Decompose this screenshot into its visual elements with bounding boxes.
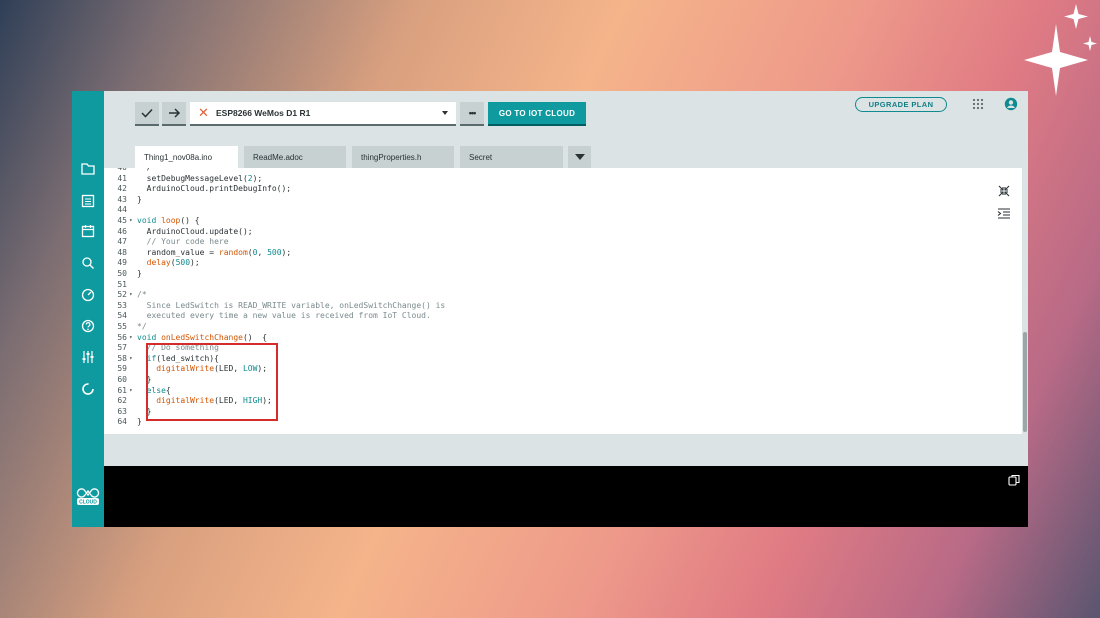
fold-arrow-icon[interactable]: ▾ [129, 386, 133, 397]
line-number: 51 [117, 279, 127, 289]
code-text: Since LedSwitch is READ_WRITE variable, … [137, 300, 446, 310]
tab-secret[interactable]: Secret [460, 146, 563, 168]
go-to-iot-cloud-button[interactable]: GO TO IOT CLOUD [488, 102, 586, 126]
more-options-button[interactable]: ••• [460, 102, 484, 126]
apps-grid-icon[interactable] [972, 98, 984, 110]
examples-list-icon[interactable] [80, 193, 96, 209]
settings-sliders-icon[interactable] [80, 349, 96, 365]
scrollbar-thumb[interactable] [1023, 332, 1027, 432]
code-text: ArduinoCloud.printDebugInfo(); [137, 184, 292, 194]
code-text: void onLedSwitchChange() { [137, 332, 268, 342]
line-number: 50 [117, 269, 127, 278]
checkmark-icon [141, 108, 153, 118]
fold-arrow-icon[interactable]: ▾ [129, 333, 133, 344]
sparkle-decoration-icon [1024, 4, 1097, 96]
line-number: 45 [117, 216, 127, 225]
disconnected-x-icon: ✕ [198, 105, 209, 120]
line-number: 56 [117, 332, 127, 342]
monitor-gauge-icon[interactable] [80, 287, 96, 303]
arduino-cloud-logo: CLOUD [76, 488, 100, 506]
code-text: } [137, 194, 142, 204]
line-number: 61 [117, 385, 127, 395]
editor-scrollbar[interactable] [1022, 168, 1028, 434]
line-number: 62 [117, 396, 127, 406]
serial-console-panel [104, 466, 1028, 527]
line-number: 52 [117, 290, 127, 300]
code-text: delay(500); [146, 258, 200, 268]
line-number: 59 [117, 364, 127, 374]
tab-thing1-ino[interactable]: Thing1_nov08a.ino [135, 146, 238, 168]
folder-icon[interactable] [80, 161, 96, 177]
copy-output-icon[interactable] [1008, 474, 1020, 486]
line-number: 47 [117, 237, 127, 247]
code-text: setDebugMessageLevel(2); [137, 173, 263, 183]
line-number: 48 [117, 247, 127, 257]
code-text: } [137, 269, 142, 278]
code-text: ArduinoCloud.update(); [137, 226, 253, 236]
line-number: 53 [117, 300, 127, 310]
caret-down-icon [574, 154, 585, 160]
user-account-icon[interactable] [1004, 97, 1018, 111]
line-number: 58 [117, 353, 127, 363]
chevron-down-icon [442, 111, 448, 115]
sidebar: CLOUD [72, 91, 104, 527]
verify-button[interactable] [135, 102, 159, 126]
search-icon[interactable] [80, 255, 96, 271]
fold-arrow-icon[interactable]: ▾ [129, 290, 133, 301]
line-number: 46 [117, 226, 127, 236]
arduino-cloud-editor-window: CLOUD ✕ ESP8266 WeMos D1 R1 ••• GO TO IO… [72, 91, 1028, 527]
help-icon[interactable] [80, 318, 96, 334]
line-number: 43 [117, 194, 127, 204]
line-number: 49 [117, 258, 127, 268]
line-number: 57 [117, 343, 127, 353]
line-number: 41 [117, 173, 127, 183]
code-editor[interactable]: 40 /41 setDebugMessageLevel(2);42 Arduin… [104, 168, 1022, 434]
code-text: executed every time a new value is recei… [137, 311, 431, 321]
code-text: // Your code here [146, 237, 229, 247]
board-name: ESP8266 WeMos D1 R1 [216, 108, 311, 118]
line-number: 64 [117, 417, 127, 427]
line-number: 63 [117, 406, 127, 416]
line-number: 44 [117, 205, 127, 215]
arrow-right-icon [169, 108, 181, 118]
line-number: 42 [117, 184, 127, 194]
tab-thing-properties[interactable]: thingProperties.h [352, 146, 454, 168]
top-toolbar: ✕ ESP8266 WeMos D1 R1 ••• GO TO IOT CLOU… [104, 91, 1028, 143]
fold-arrow-icon[interactable]: ▾ [129, 354, 133, 365]
line-number: 60 [117, 375, 127, 384]
code-text: random_value = random(0, 500); [137, 247, 292, 257]
sync-icon[interactable] [80, 381, 96, 397]
libraries-calendar-icon[interactable] [80, 223, 96, 239]
upload-button[interactable] [162, 102, 186, 126]
tabs-dropdown-button[interactable] [568, 146, 591, 168]
collapse-icon[interactable] [997, 184, 1011, 198]
code-text: } [137, 417, 142, 427]
line-number: 55 [117, 322, 127, 331]
line-number: 54 [117, 311, 127, 321]
fold-arrow-icon[interactable]: ▾ [129, 216, 133, 227]
board-selector-dropdown[interactable]: ✕ ESP8266 WeMos D1 R1 [190, 102, 456, 126]
upgrade-plan-button[interactable]: UPGRADE PLAN [855, 97, 947, 112]
svg-text:CLOUD: CLOUD [79, 500, 97, 506]
indent-format-icon[interactable] [997, 207, 1011, 221]
highlight-box [146, 343, 278, 421]
tab-readme[interactable]: ReadMe.adoc [244, 146, 346, 168]
code-text: void loop() { [137, 216, 200, 225]
code-text: /* [137, 290, 147, 300]
code-text: */ [137, 322, 147, 331]
